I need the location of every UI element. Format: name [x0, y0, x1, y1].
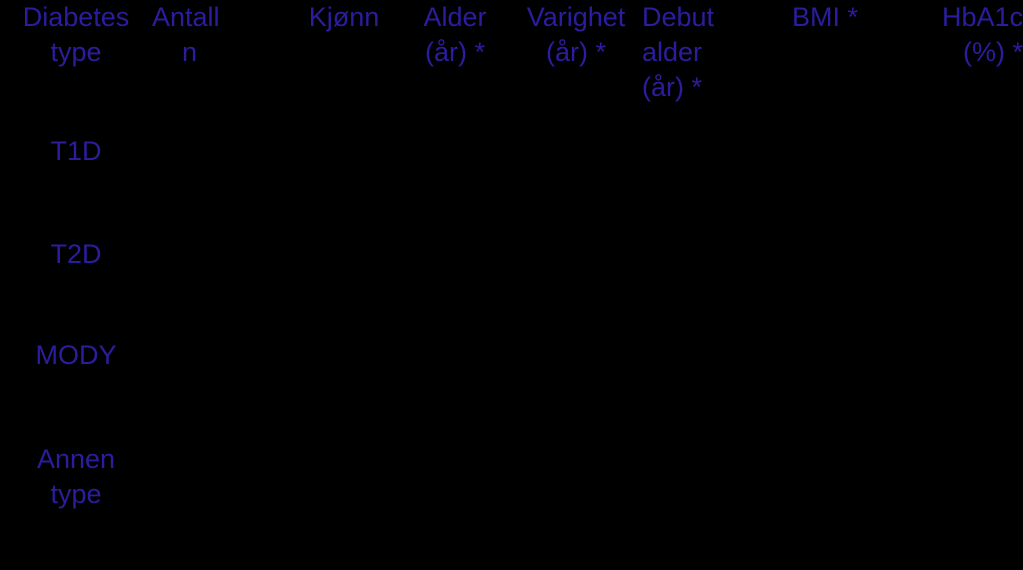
column-header-hba1c-line2: (%) * [963, 37, 1023, 67]
column-header-diabetes-type: Diabetes type [0, 0, 152, 120]
column-header-debut-alder: Debut alder (år) * [642, 0, 770, 120]
column-header-alder-line2: (år) * [425, 37, 485, 67]
row-label-annen-type: Annen type [0, 432, 152, 536]
cell-annen-type-bmi [770, 432, 880, 536]
table-row: MODY [0, 328, 1023, 432]
cell-mody-varighet [510, 328, 642, 432]
cell-t2d-kjonn [288, 224, 400, 328]
table-row: Annen type [0, 432, 1023, 536]
column-header-bmi-line1: BMI * [791, 2, 858, 32]
cell-t2d-bmi [770, 224, 880, 328]
row-label-t1d-line1: T1D [50, 136, 102, 166]
column-header-varighet-line1: Varighet [526, 2, 626, 32]
cell-annen-type-alder [400, 432, 510, 536]
column-header-bmi: BMI * [770, 0, 880, 120]
cell-annen-type-hba1c [880, 432, 1023, 536]
column-header-diabetes-type-line2: type [50, 37, 102, 67]
column-header-alder-line1: Alder [423, 2, 487, 32]
row-label-mody: MODY [0, 328, 152, 432]
cell-t2d-debut-alder [642, 224, 770, 328]
row-label-mody-line1: MODY [35, 340, 117, 370]
cell-mody-alder [400, 328, 510, 432]
row-label-annen-type-line1: Annen [36, 444, 116, 474]
cell-mody-debut-alder [642, 328, 770, 432]
cell-mody-bmi [770, 328, 880, 432]
column-header-debut-alder-line2: alder [642, 37, 703, 67]
table-container: Diabetes type Antall n Kjønn Alder (år) … [0, 0, 1023, 570]
table-header: Diabetes type Antall n Kjønn Alder (år) … [0, 0, 1023, 120]
column-header-kjonn-line1: Kjønn [308, 2, 380, 32]
cell-t1d-varighet [510, 120, 642, 224]
column-header-antall: Antall n [152, 0, 288, 120]
cell-annen-type-antall [152, 432, 288, 536]
column-header-debut-alder-line3: (år) * [642, 72, 702, 102]
cell-t2d-alder [400, 224, 510, 328]
column-header-kjonn: Kjønn [288, 0, 400, 120]
cell-t1d-bmi [770, 120, 880, 224]
cell-t1d-alder [400, 120, 510, 224]
cell-t2d-antall [152, 224, 288, 328]
cell-mody-kjonn [288, 328, 400, 432]
cell-t1d-antall [152, 120, 288, 224]
diabetes-characteristics-table: Diabetes type Antall n Kjønn Alder (år) … [0, 0, 1023, 536]
row-label-t2d: T2D [0, 224, 152, 328]
table-header-row: Diabetes type Antall n Kjønn Alder (år) … [0, 0, 1023, 120]
table-row: T1D [0, 120, 1023, 224]
cell-mody-antall [152, 328, 288, 432]
cell-t1d-kjonn [288, 120, 400, 224]
column-header-varighet: Varighet (år) * [510, 0, 642, 120]
cell-t2d-varighet [510, 224, 642, 328]
row-label-annen-type-line2: type [50, 479, 102, 509]
column-header-hba1c-line1: HbA1c [941, 2, 1023, 32]
column-header-antall-line1: Antall [152, 2, 220, 32]
cell-mody-hba1c [880, 328, 1023, 432]
cell-annen-type-varighet [510, 432, 642, 536]
cell-t1d-debut-alder [642, 120, 770, 224]
cell-t2d-hba1c [880, 224, 1023, 328]
column-header-debut-alder-line1: Debut [642, 2, 715, 32]
row-label-t2d-line1: T2D [50, 239, 102, 269]
cell-annen-type-debut-alder [642, 432, 770, 536]
table-body: T1D T2D MODY Annen type [0, 120, 1023, 536]
column-header-varighet-line2: (år) * [546, 37, 606, 67]
column-header-antall-line2: n [182, 37, 198, 67]
column-header-hba1c: HbA1c (%) * [880, 0, 1023, 120]
column-header-alder: Alder (år) * [400, 0, 510, 120]
row-label-t1d: T1D [0, 120, 152, 224]
column-header-diabetes-type-line1: Diabetes [22, 2, 130, 32]
cell-t1d-hba1c [880, 120, 1023, 224]
cell-annen-type-kjonn [288, 432, 400, 536]
table-row: T2D [0, 224, 1023, 328]
